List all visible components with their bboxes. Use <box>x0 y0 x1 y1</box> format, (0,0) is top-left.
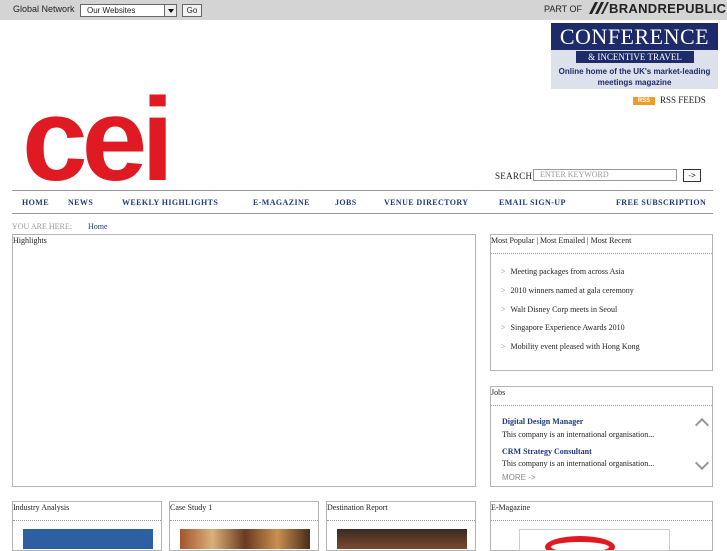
scroll-down-icon[interactable] <box>694 455 710 471</box>
search-submit-button[interactable]: -> <box>683 169 701 182</box>
divider <box>491 520 712 521</box>
destination-report-panel: Destination Report <box>326 501 476 551</box>
nav-item-free-subscription[interactable]: FREE SUBSCRIPTION <box>616 198 706 207</box>
brandrepublic-text: BRANDREPUBLIC <box>609 1 727 16</box>
destination-report-image[interactable] <box>337 529 467 549</box>
list-item[interactable]: > Meeting packages from across Asia <box>501 267 624 276</box>
brandrepublic-logo[interactable]: BRANDREPUBLIC <box>587 1 726 16</box>
ad-title: CONFERENCE <box>551 23 718 50</box>
part-of-label: PART OF <box>544 4 583 14</box>
breadcrumb-home-link[interactable]: Home <box>88 222 108 231</box>
chevron-right-icon: > <box>501 342 506 351</box>
jobs-more-link[interactable]: MORE -> <box>502 473 536 482</box>
industry-analysis-panel: Industry Analysis <box>12 501 162 551</box>
nav-item-weekly-highlights[interactable]: WEEKLY HIGHLIGHTS <box>122 198 218 207</box>
main-nav: HOME NEWS WEEKLY HIGHLIGHTS E-MAGAZINE J… <box>12 190 713 214</box>
search-input[interactable]: ENTER KEYWORD <box>533 169 677 181</box>
go-button[interactable]: Go <box>182 4 202 17</box>
chevron-right-icon: > <box>501 305 506 314</box>
chevron-down-icon <box>164 5 176 16</box>
case-study-image[interactable] <box>180 529 310 549</box>
e-magazine-panel: E-Magazine <box>490 501 713 551</box>
chevron-right-icon: > <box>501 323 506 332</box>
list-item[interactable]: >2010 winners named at gala ceremony <box>501 286 634 295</box>
rss-icon[interactable]: RSS <box>633 97 655 105</box>
cei-logo-mini <box>545 536 615 550</box>
scroll-up-icon[interactable] <box>694 417 710 433</box>
list-item[interactable]: > Mobility event pleased with Hong Kong <box>501 342 640 351</box>
job-title-link[interactable]: Digital Design Manager <box>502 417 583 426</box>
case-study-title: Case Study 1 <box>170 503 213 512</box>
our-websites-select-value: Our Websites <box>87 6 136 15</box>
cei-logo-text: cei <box>22 80 168 190</box>
list-item[interactable]: > Singapore Experience Awards 2010 <box>501 323 625 332</box>
industry-analysis-title: Industry Analysis <box>13 503 70 512</box>
divider <box>491 253 712 254</box>
nav-item-email-sign-up[interactable]: EMAIL SIGN-UP <box>499 198 566 207</box>
e-magazine-cover-image[interactable] <box>519 529 670 551</box>
most-popular-tabs[interactable]: Most Popular | Most Emailed | Most Recen… <box>491 236 631 245</box>
case-study-panel: Case Study 1 <box>169 501 319 551</box>
highlights-panel: Highlights <box>12 234 476 487</box>
divider <box>170 520 318 521</box>
global-network-bar: Global Network Our Websites Go PART OF B… <box>0 0 727 20</box>
global-network-label: Global Network <box>13 4 75 14</box>
most-popular-panel: Most Popular | Most Emailed | Most Recen… <box>490 234 713 371</box>
job-description: This company is an international organis… <box>502 459 655 468</box>
rss-feeds-link[interactable]: RSS FEEDS <box>660 95 706 105</box>
jobs-panel: Jobs Digital Design Manager This company… <box>490 386 713 487</box>
nav-item-e-magazine[interactable]: E-MAGAZINE <box>253 198 310 207</box>
jobs-title: Jobs <box>491 388 506 397</box>
divider <box>491 405 712 406</box>
brandrepublic-slash-icon <box>589 2 609 14</box>
highlights-title: Highlights <box>13 236 47 245</box>
chevron-right-icon: > <box>501 267 506 276</box>
nav-item-jobs[interactable]: JOBS <box>335 198 357 207</box>
ad-tagline: Online home of the UK's market-leading m… <box>558 67 711 87</box>
divider <box>327 520 475 521</box>
nav-item-news[interactable]: NEWS <box>68 198 93 207</box>
ad-subtitle: & INCENTIVE TRAVEL <box>576 51 694 63</box>
cei-logo[interactable]: cei <box>22 80 252 190</box>
job-description: This company is an international organis… <box>502 430 655 439</box>
job-title-link[interactable]: CRM Strategy Consultant <box>502 447 592 456</box>
nav-item-home[interactable]: HOME <box>22 198 49 207</box>
chevron-right-icon: > <box>501 286 506 295</box>
industry-analysis-image[interactable] <box>23 529 153 549</box>
list-item[interactable]: > Walt Disney Corp meets in Seoul <box>501 305 617 314</box>
divider <box>13 520 161 521</box>
conference-incentive-travel-ad[interactable]: CONFERENCE & INCENTIVE TRAVEL Online hom… <box>551 23 718 89</box>
our-websites-select[interactable]: Our Websites <box>80 4 177 17</box>
destination-report-title: Destination Report <box>327 503 388 512</box>
nav-item-venue-directory[interactable]: VENUE DIRECTORY <box>384 198 468 207</box>
breadcrumb-label: YOU ARE HERE: <box>12 222 72 231</box>
e-magazine-title: E-Magazine <box>491 503 531 512</box>
search-label: SEARCH <box>495 171 533 181</box>
